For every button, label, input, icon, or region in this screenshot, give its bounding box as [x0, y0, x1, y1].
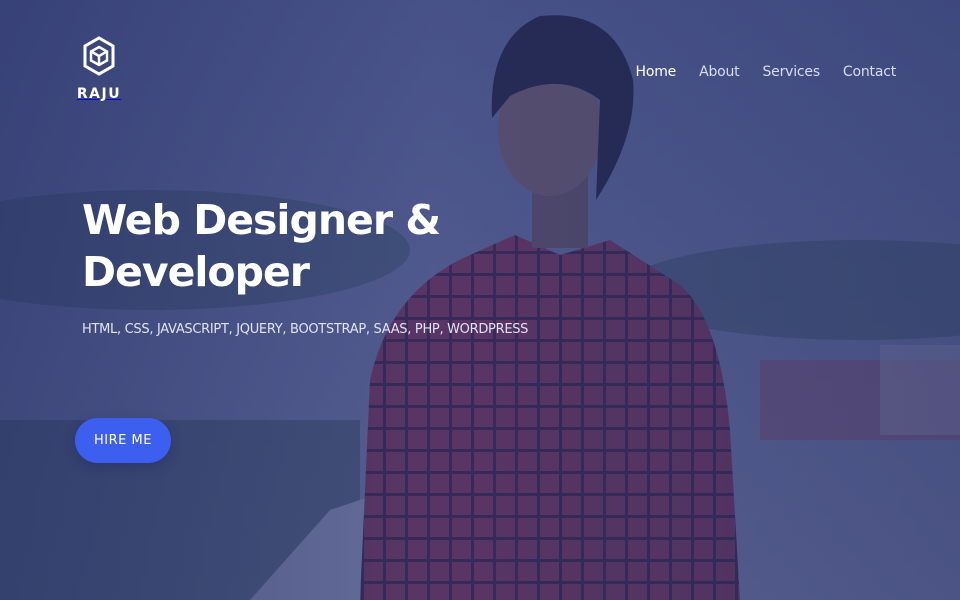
nav-item-home[interactable]: Home	[636, 64, 677, 80]
hero-title-line-2: Developer	[82, 248, 310, 296]
hexagon-cube-logo-icon	[83, 36, 115, 76]
hero-skills-text: HTML, CSS, JAVASCRIPT, JQUERY, BOOTSTRAP…	[82, 322, 529, 337]
brand-name: RAJU	[76, 86, 122, 102]
hire-me-button[interactable]: HIRE ME	[75, 418, 171, 463]
nav-item-services[interactable]: Services	[762, 64, 820, 80]
site-header: RAJU Home About Services Contact	[0, 0, 960, 120]
brand-logo[interactable]: RAJU	[76, 36, 122, 102]
hero-content: Web Designer & Developer HTML, CSS, JAVA…	[82, 194, 542, 337]
nav-item-contact[interactable]: Contact	[843, 64, 896, 80]
hero-title: Web Designer & Developer	[82, 194, 542, 298]
nav-item-about[interactable]: About	[699, 64, 740, 80]
hero-title-line-1: Web Designer &	[82, 196, 441, 244]
main-nav: Home About Services Contact	[636, 64, 897, 80]
